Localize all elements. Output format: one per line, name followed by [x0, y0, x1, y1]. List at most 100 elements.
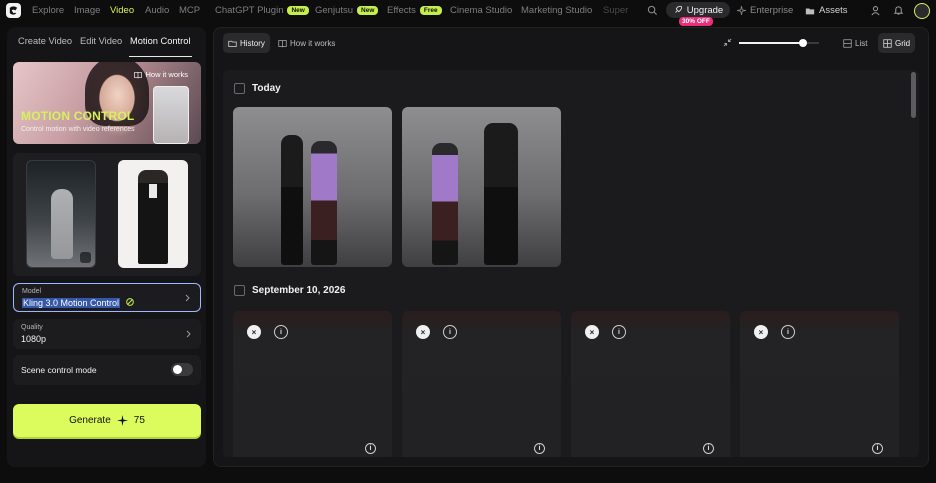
folder-icon: [228, 40, 237, 47]
zoom-slider-thumb[interactable]: [799, 39, 807, 47]
list-label: List: [855, 38, 868, 48]
rocket-icon: [674, 5, 682, 13]
history-label: History: [240, 38, 265, 48]
failed-generation-card[interactable]: × i i: [740, 311, 899, 461]
nav-label: Cinema Studio: [450, 5, 513, 16]
nav-label: Effects: [387, 5, 416, 16]
user-icon[interactable]: [869, 4, 881, 16]
generate-label: Generate: [69, 415, 111, 426]
tab-edit-video[interactable]: Edit Video: [80, 36, 122, 46]
how-it-works-label: How it works: [145, 70, 188, 79]
chevron-right-icon: [186, 330, 191, 338]
scene-control-row: Scene control mode: [13, 355, 201, 385]
person-figure: [484, 123, 518, 265]
info-icon[interactable]: i: [443, 325, 457, 339]
assets-label: Assets: [819, 5, 848, 16]
generate-button[interactable]: Generate 75: [13, 404, 201, 437]
zoom-slider-fill: [739, 42, 803, 44]
select-all-checkbox[interactable]: [234, 285, 245, 296]
motion-reference-video[interactable]: [26, 160, 96, 268]
info-icon[interactable]: i: [534, 443, 545, 454]
failed-generation-card[interactable]: × i i: [233, 311, 392, 461]
generated-video-thumbnail[interactable]: [233, 107, 392, 267]
info-icon[interactable]: i: [872, 443, 883, 454]
generated-video-thumbnail[interactable]: [402, 107, 561, 267]
info-icon[interactable]: i: [274, 325, 288, 339]
close-icon[interactable]: ×: [754, 325, 768, 339]
nav-mcp[interactable]: MCP: [179, 5, 200, 16]
hero-subtitle: Control motion with video references: [21, 126, 135, 133]
person-figure: [432, 143, 458, 265]
section-header-today: Today: [234, 83, 281, 94]
chevron-right-icon: [185, 294, 190, 302]
book-icon: [278, 39, 287, 47]
enterprise-link[interactable]: Enterprise: [737, 5, 793, 16]
nav-chatgpt-plugin[interactable]: ChatGPT Plugin New: [215, 5, 309, 16]
tab-create-video[interactable]: Create Video: [18, 36, 72, 46]
how-it-works-label: How it works: [290, 38, 336, 48]
upgrade-label: Upgrade: [686, 4, 724, 16]
info-icon[interactable]: i: [612, 325, 626, 339]
how-it-works-link[interactable]: How it works: [134, 70, 188, 79]
nav-audio[interactable]: Audio: [145, 5, 169, 16]
shrink-icon: [723, 38, 732, 47]
results-panel-bottom: [213, 457, 929, 467]
new-badge: New: [287, 6, 309, 15]
nav-super[interactable]: Super: [603, 5, 633, 16]
logo-icon[interactable]: [6, 3, 21, 18]
tab-motion-control[interactable]: Motion Control: [130, 36, 190, 46]
person-figure: [311, 141, 337, 265]
close-icon[interactable]: ×: [416, 325, 430, 339]
model-selector[interactable]: Model Kling 3.0 Motion Control: [13, 283, 201, 312]
nav-marketing-studio[interactable]: Marketing Studio: [521, 5, 592, 16]
nav-explore[interactable]: Explore: [32, 5, 64, 16]
toggle-knob: [173, 365, 182, 374]
how-it-works-tab[interactable]: How it works: [273, 33, 340, 53]
grid-label: Grid: [895, 38, 911, 48]
character-reference-image[interactable]: [118, 160, 188, 268]
hero-title: MOTION CONTROL: [21, 109, 135, 123]
quality-selector[interactable]: Quality 1080p: [13, 319, 201, 349]
info-icon[interactable]: i: [703, 443, 714, 454]
nav-label: Marketing Studio: [521, 5, 593, 16]
enterprise-label: Enterprise: [750, 5, 794, 16]
search-icon[interactable]: [646, 4, 658, 16]
history-tab[interactable]: History: [223, 33, 270, 53]
scene-control-toggle[interactable]: [171, 363, 193, 376]
section-title: Today: [252, 83, 281, 94]
close-icon[interactable]: ×: [585, 325, 599, 339]
scene-control-label: Scene control mode: [21, 365, 97, 375]
active-tab-indicator: [129, 56, 192, 57]
grid-icon: [883, 38, 892, 48]
kling-logo-icon: [126, 298, 134, 306]
assets-link[interactable]: Assets: [805, 5, 848, 16]
failed-generation-card[interactable]: × i i: [571, 311, 730, 461]
discount-badge: 30% OFF: [679, 17, 713, 26]
nav-label: Super: [603, 5, 629, 16]
nav-effects[interactable]: Effects Free: [387, 5, 442, 16]
failed-generation-card[interactable]: × i i: [402, 311, 561, 461]
credit-cost: 75: [133, 415, 145, 426]
nav-video[interactable]: Video: [110, 5, 134, 16]
list-view-button[interactable]: List: [838, 33, 872, 53]
motion-control-hero[interactable]: How it works MOTION CONTROL Control moti…: [13, 62, 201, 144]
select-all-checkbox[interactable]: [234, 83, 245, 94]
section-title: September 10, 2026: [252, 285, 346, 296]
upgrade-button[interactable]: Upgrade: [666, 2, 730, 18]
nav-image[interactable]: Image: [74, 5, 100, 16]
info-icon[interactable]: i: [781, 325, 795, 339]
nav-cinema-studio[interactable]: Cinema Studio: [450, 5, 512, 16]
avatar[interactable]: [914, 3, 930, 19]
model-value: Kling 3.0 Motion Control: [22, 298, 121, 308]
close-icon[interactable]: ×: [247, 325, 261, 339]
zoom-slider[interactable]: [739, 39, 819, 47]
top-navigation: Explore Image Video Audio MCP ChatGPT Pl…: [0, 0, 936, 26]
nav-genjutsu[interactable]: Genjutsu New: [315, 5, 379, 16]
person-figure: [281, 135, 303, 265]
scrollbar-thumb[interactable]: [911, 72, 916, 118]
info-icon[interactable]: i: [365, 443, 376, 454]
grid-view-button[interactable]: Grid: [878, 33, 916, 53]
bell-icon[interactable]: [892, 4, 904, 16]
scrollbar-track[interactable]: [910, 70, 918, 458]
quality-label: Quality: [21, 324, 43, 331]
